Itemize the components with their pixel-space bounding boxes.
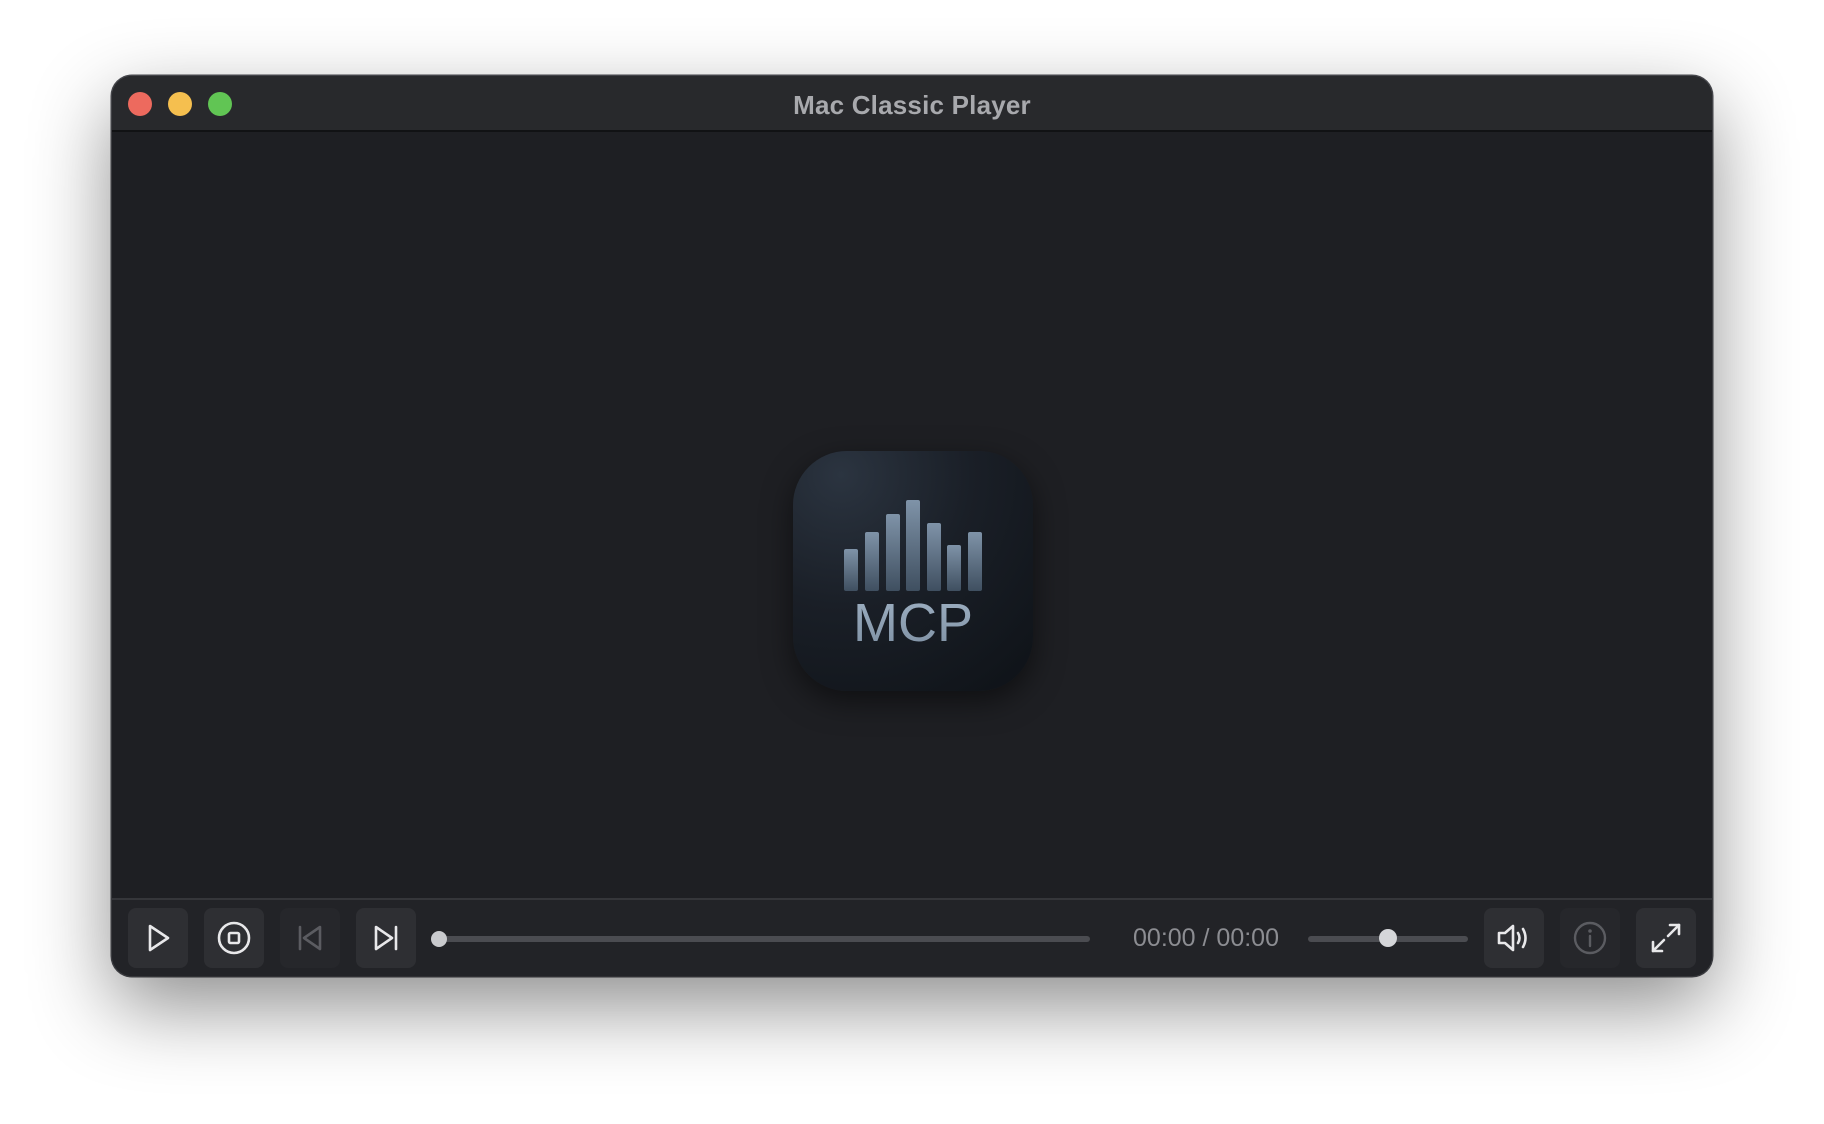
- stop-button[interactable]: [204, 908, 264, 968]
- equalizer-bars-icon: MCP: [844, 500, 982, 653]
- progress-slider[interactable]: [431, 931, 1090, 947]
- fullscreen-button[interactable]: [1636, 908, 1696, 968]
- speaker-volume-icon: [1497, 924, 1527, 952]
- player-window: Mac Classic Player MCP 00:00 / 00:00: [112, 76, 1712, 976]
- info-icon: [1573, 921, 1607, 955]
- play-button[interactable]: [128, 908, 188, 968]
- app-logo: MCP: [793, 451, 1033, 691]
- expand-icon: [1651, 923, 1681, 953]
- progress-handle[interactable]: [431, 931, 447, 947]
- time-display: 00:00 / 00:00: [1133, 924, 1279, 952]
- stop-circle-icon: [217, 921, 251, 955]
- volume-handle[interactable]: [1379, 929, 1397, 947]
- volume-button[interactable]: [1484, 908, 1544, 968]
- info-button[interactable]: [1560, 908, 1620, 968]
- previous-button[interactable]: [280, 908, 340, 968]
- app-logo-label: MCP: [853, 593, 973, 653]
- title-bar[interactable]: Mac Classic Player: [112, 76, 1712, 132]
- play-icon: [148, 924, 170, 952]
- skip-back-icon: [298, 925, 322, 951]
- video-area[interactable]: MCP: [112, 132, 1712, 898]
- skip-forward-icon: [374, 925, 398, 951]
- control-bar: 00:00 / 00:00: [112, 898, 1712, 976]
- next-button[interactable]: [356, 908, 416, 968]
- window-title: Mac Classic Player: [793, 90, 1031, 120]
- volume-slider[interactable]: [1308, 929, 1468, 947]
